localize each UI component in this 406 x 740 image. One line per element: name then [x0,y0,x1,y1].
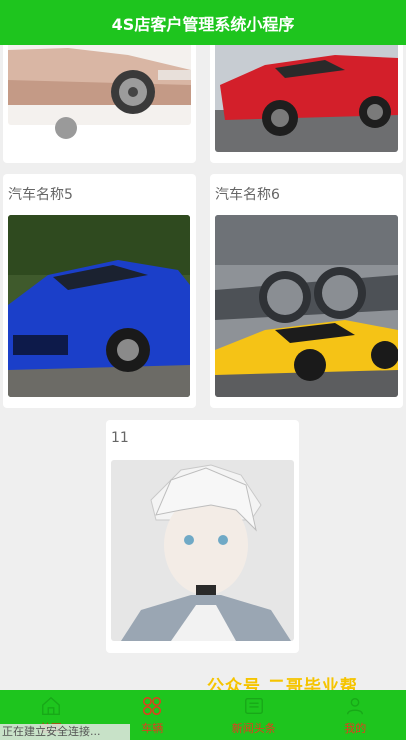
car-card[interactable] [3,30,196,163]
car-card[interactable]: 汽车名称6 [210,174,403,408]
car-photo [215,215,398,397]
tab-mine[interactable]: 我的 [305,690,406,740]
car-photo [8,215,190,397]
tab-label: 新闻头条 [231,722,276,735]
grid-icon [143,697,162,715]
car-name: 11 [111,430,129,446]
home-icon [41,696,60,715]
car-name: 汽车名称5 [8,187,73,203]
page-title: 4S店客户管理系统小程序 [111,14,295,34]
tab-news[interactable]: 新闻头条 [203,690,305,740]
car-photo [111,460,294,641]
loading-spinner-icon [55,117,77,139]
tab-label: 我的 [344,722,367,735]
tab-label: 车辆 [141,722,164,735]
connection-status: 正在建立安全连接... [0,724,130,740]
car-card[interactable] [210,30,403,163]
news-icon [244,697,263,715]
app-header: 4S店客户管理系统小程序 [0,0,406,45]
car-card[interactable]: 汽车名称5 [3,174,196,408]
user-icon [347,697,364,715]
car-photo [215,30,398,152]
car-name: 汽车名称6 [215,187,280,203]
car-card[interactable]: 11 [106,420,299,653]
